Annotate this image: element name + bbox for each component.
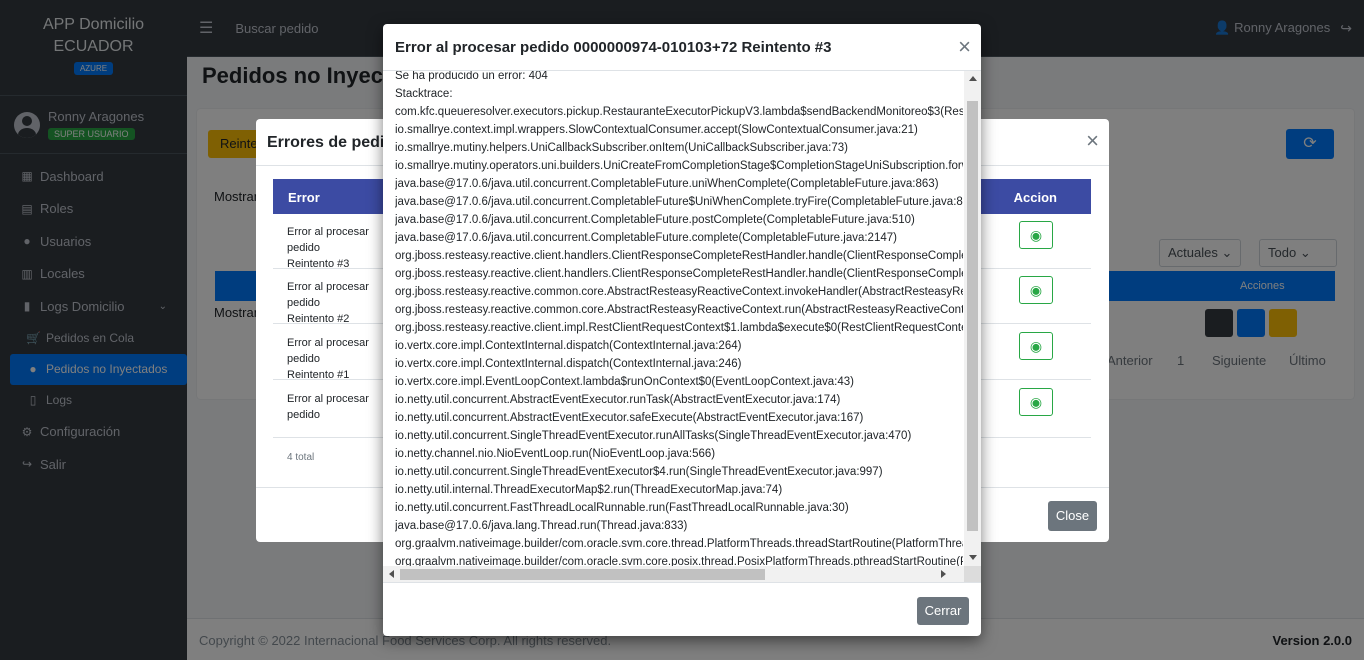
- stacktrace-line: java.base@17.0.6/java.util.concurrent.Co…: [395, 178, 939, 190]
- stacktrace-line: io.smallrye.mutiny.helpers.UniCallbackSu…: [395, 142, 848, 154]
- stacktrace-line: org.jboss.resteasy.reactive.common.core.…: [395, 286, 963, 298]
- error-text: Error al procesar pedido: [287, 226, 369, 254]
- stacktrace-line: java.base@17.0.6/java.util.concurrent.Co…: [395, 214, 915, 226]
- view-error-button[interactable]: ◉: [1019, 276, 1053, 304]
- stacktrace-line: io.vertx.core.impl.EventLoopContext.lamb…: [395, 376, 854, 388]
- close-icon[interactable]: ×: [958, 35, 971, 59]
- eye-icon: ◉: [1029, 227, 1043, 243]
- stacktrace-line: io.netty.util.concurrent.AbstractEventEx…: [395, 394, 841, 406]
- stacktrace-line: org.jboss.resteasy.reactive.client.handl…: [395, 250, 963, 262]
- eye-icon: ◉: [1029, 282, 1043, 298]
- stacktrace-line: io.smallrye.mutiny.operators.uni.builder…: [395, 160, 963, 172]
- stacktrace-line: io.vertx.core.impl.ContextInternal.dispa…: [395, 340, 742, 352]
- error-detail-modal-header: Error al procesar pedido 0000000974-0101…: [383, 24, 981, 71]
- stacktrace-text: Se ha producido un error: 404 Stacktrace:…: [395, 71, 963, 566]
- stacktrace-line: org.jboss.resteasy.reactive.client.handl…: [395, 268, 963, 280]
- error-cell: Error al procesar pedido Reintento #3: [287, 224, 381, 272]
- stacktrace-line: java.base@17.0.6/java.util.concurrent.Co…: [395, 196, 963, 208]
- stacktrace-line: io.netty.util.concurrent.FastThreadLocal…: [395, 502, 849, 514]
- scrollbar-corner: [964, 566, 981, 582]
- column-header-accion: Accion: [1013, 190, 1057, 205]
- stacktrace-line: org.jboss.resteasy.reactive.common.core.…: [395, 304, 963, 316]
- scroll-left-icon[interactable]: [389, 570, 394, 578]
- scrollbar-thumb[interactable]: [967, 101, 978, 531]
- stacktrace-container[interactable]: Se ha producido un error: 404 Stacktrace:…: [383, 71, 981, 583]
- eye-icon: ◉: [1029, 338, 1043, 354]
- error-text: Error al procesar pedido: [287, 393, 369, 421]
- error-cell: Error al procesar pedido: [287, 391, 381, 423]
- stacktrace-line: io.netty.util.concurrent.SingleThreadEve…: [395, 430, 912, 442]
- view-error-button[interactable]: ◉: [1019, 388, 1053, 416]
- stacktrace-line: org.jboss.resteasy.reactive.client.impl.…: [395, 322, 963, 334]
- vertical-scrollbar[interactable]: [964, 71, 981, 566]
- stacktrace-line: io.smallrye.context.impl.wrappers.SlowCo…: [395, 124, 918, 136]
- error-cell: Error al procesar pedido Reintento #1: [287, 335, 381, 383]
- close-icon[interactable]: ×: [1086, 129, 1099, 153]
- stacktrace-line: Stacktrace:: [395, 88, 453, 100]
- close-button[interactable]: Close: [1048, 501, 1097, 531]
- stacktrace-line: java.base@17.0.6/java.lang.Thread.run(Th…: [395, 520, 688, 532]
- scroll-down-icon[interactable]: [969, 555, 977, 560]
- view-error-button[interactable]: ◉: [1019, 221, 1053, 249]
- eye-icon: ◉: [1029, 394, 1043, 410]
- stacktrace-line: io.netty.channel.nio.NioEventLoop.run(Ni…: [395, 448, 716, 460]
- stacktrace-line: io.netty.util.internal.ThreadExecutorMap…: [395, 484, 783, 496]
- view-error-button[interactable]: ◉: [1019, 332, 1053, 360]
- horizontal-scrollbar[interactable]: [383, 566, 964, 582]
- stacktrace-line: com.kfc.queueresolver.executors.pickup.R…: [395, 106, 963, 118]
- error-detail-title: Error al procesar pedido 0000000974-0101…: [395, 39, 832, 56]
- stacktrace-line: Se ha producido un error: 404: [395, 71, 548, 82]
- stacktrace-line: java.base@17.0.6/java.util.concurrent.Co…: [395, 232, 897, 244]
- error-cell: Error al procesar pedido Reintento #2: [287, 279, 381, 327]
- total-count: 4 total: [287, 452, 315, 463]
- stacktrace-line: org.graalvm.nativeimage.builder/com.orac…: [395, 556, 963, 566]
- scroll-right-icon[interactable]: [941, 570, 946, 578]
- scroll-up-icon[interactable]: [969, 76, 977, 81]
- scrollbar-thumb[interactable]: [400, 569, 765, 580]
- error-text: Error al procesar pedido: [287, 337, 369, 365]
- column-header-error: Error: [288, 190, 320, 205]
- stacktrace-line: io.netty.util.concurrent.AbstractEventEx…: [395, 412, 864, 424]
- cerrar-button[interactable]: Cerrar: [917, 597, 969, 625]
- stacktrace-line: org.graalvm.nativeimage.builder/com.orac…: [395, 538, 963, 550]
- error-text: Error al procesar pedido: [287, 281, 369, 309]
- stacktrace-line: io.netty.util.concurrent.SingleThreadEve…: [395, 466, 883, 478]
- error-detail-modal: Error al procesar pedido 0000000974-0101…: [383, 24, 981, 636]
- stacktrace-line: io.vertx.core.impl.ContextInternal.dispa…: [395, 358, 742, 370]
